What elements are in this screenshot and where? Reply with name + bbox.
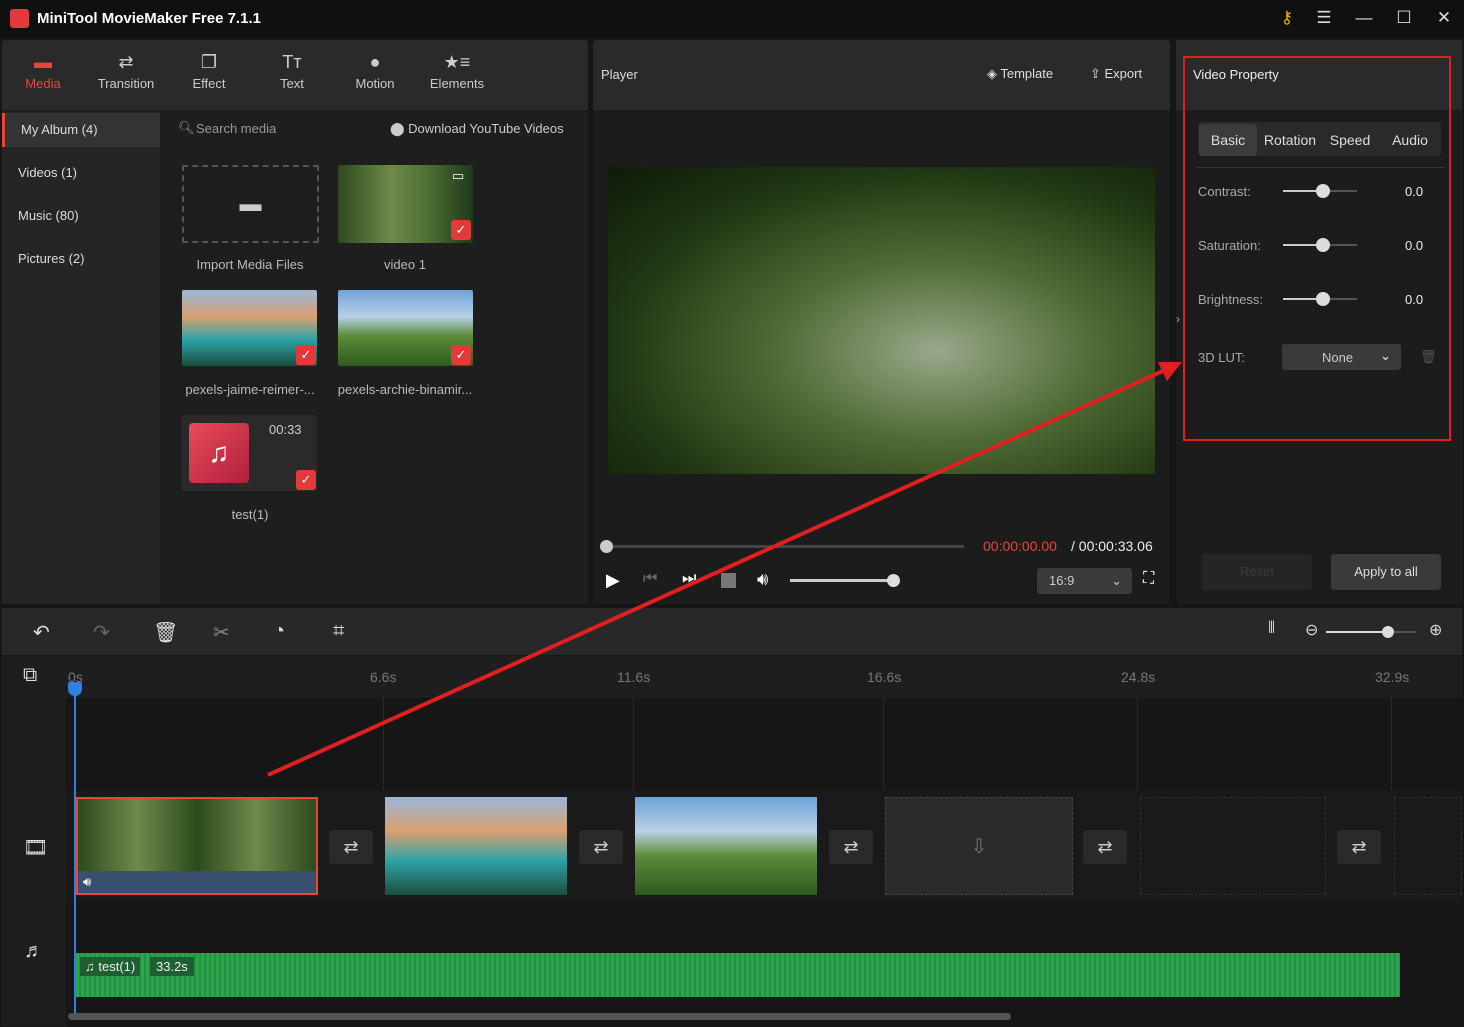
- arrow-line: [267, 368, 1166, 777]
- annotation-arrow: [267, 362, 1182, 777]
